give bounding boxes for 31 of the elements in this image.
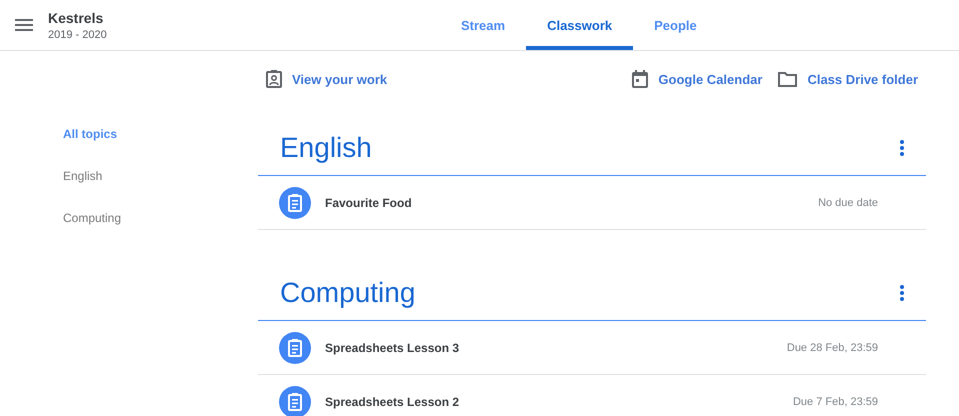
view-work-link[interactable]: View your work — [266, 70, 388, 88]
assignment-icon — [279, 332, 311, 364]
assignment-title: Favourite Food — [325, 196, 413, 210]
assignment-row[interactable]: Spreadsheets Lesson 2 Due 7 Feb, 23:59 — [258, 375, 926, 416]
more-options-icon[interactable] — [900, 285, 904, 301]
calendar-link[interactable]: Google Calendar — [632, 70, 762, 88]
assignment-icon — [279, 186, 311, 218]
drive-folder-link[interactable]: Class Drive folder — [778, 72, 918, 86]
tab[interactable]: Stream — [440, 0, 526, 50]
assignment-title: Spreadsheets Lesson 2 — [325, 394, 460, 408]
more-options-icon[interactable] — [900, 140, 904, 156]
sidebar-item[interactable]: All topics — [0, 127, 258, 169]
due-date: Due 28 Feb, 23:59 — [786, 342, 878, 354]
assignment-title: Spreadsheets Lesson 3 — [325, 340, 460, 354]
topic-heading: English — [280, 132, 372, 164]
assignment-icon — [279, 386, 311, 416]
tab[interactable]: Classwork — [526, 0, 634, 50]
assignment-row[interactable]: Spreadsheets Lesson 3 Due 28 Feb, 23:59 — [258, 321, 926, 375]
due-date: Due 7 Feb, 23:59 — [792, 396, 878, 408]
menu-icon[interactable] — [15, 19, 33, 31]
assignment-row[interactable]: Favourite Food No due date — [258, 176, 926, 230]
due-date: No due date — [818, 196, 878, 208]
class-title[interactable]: Kestrels — [48, 10, 107, 26]
tab[interactable]: People — [633, 0, 718, 50]
id-badge-icon — [266, 70, 282, 88]
calendar-icon — [632, 70, 648, 88]
topic-heading: Computing — [280, 277, 416, 309]
folder-icon — [778, 72, 798, 86]
sidebar-item[interactable]: Computing — [0, 211, 258, 253]
sidebar-item[interactable]: English — [0, 169, 258, 211]
class-year: 2019 - 2020 — [48, 28, 107, 40]
